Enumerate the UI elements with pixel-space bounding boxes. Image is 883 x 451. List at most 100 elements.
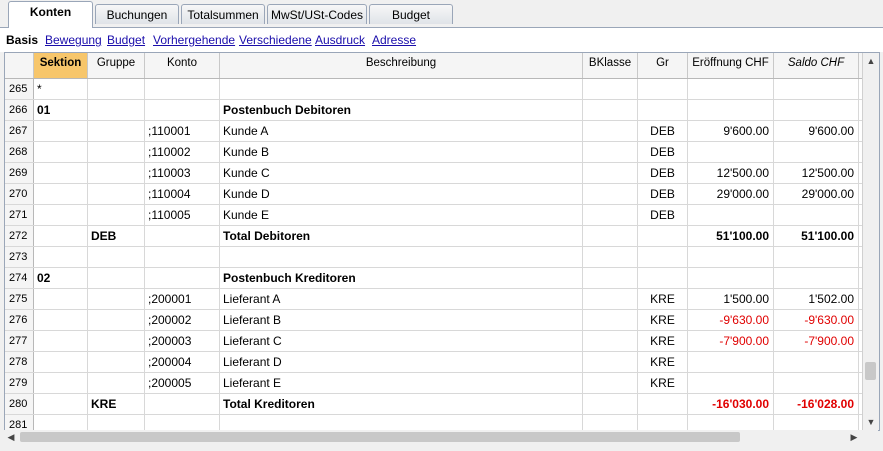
table-row[interactable]: 273	[5, 247, 865, 268]
cell-sektion[interactable]	[34, 331, 88, 351]
cell-sektion[interactable]: 01	[34, 100, 88, 120]
cell-bklasse[interactable]	[583, 142, 638, 162]
cell-saldo[interactable]	[774, 352, 859, 372]
cell-eroeffnung[interactable]	[688, 247, 774, 267]
cell-gruppe[interactable]	[88, 352, 145, 372]
cell-gruppe[interactable]	[88, 373, 145, 393]
cell-sektion[interactable]: *	[34, 79, 88, 99]
cell-gruppe[interactable]	[88, 205, 145, 225]
cell-konto[interactable]: ;200003	[145, 331, 220, 351]
view-ausdruck[interactable]: Ausdruck	[315, 33, 365, 47]
view-bewegung[interactable]: Bewegung	[45, 33, 102, 47]
cell-eroeffnung[interactable]	[688, 205, 774, 225]
cell-gr[interactable]	[638, 79, 688, 99]
cell-eroeffnung[interactable]	[688, 79, 774, 99]
cell-sektion[interactable]	[34, 310, 88, 330]
cell-gr[interactable]: DEB	[638, 184, 688, 204]
cell-gr[interactable]: KRE	[638, 310, 688, 330]
cell-beschreibung[interactable]: Lieferant A	[220, 289, 583, 309]
table-row[interactable]: 275 ;200001 Lieferant A KRE 1'500.00 1'502.00	[5, 289, 865, 310]
tab-mwst-codes[interactable]: MwSt/USt-Codes	[267, 4, 367, 24]
cell-saldo[interactable]: 12'500.00	[774, 163, 859, 183]
cell-gruppe[interactable]	[88, 184, 145, 204]
cell-beschreibung[interactable]: Kunde A	[220, 121, 583, 141]
cell-bklasse[interactable]	[583, 352, 638, 372]
cell-bklasse[interactable]	[583, 415, 638, 430]
cell-eroeffnung[interactable]	[688, 415, 774, 430]
table-row[interactable]: 274 02 Postenbuch Kreditoren	[5, 268, 865, 289]
cell-konto[interactable]	[145, 79, 220, 99]
cell-saldo[interactable]	[774, 373, 859, 393]
cell-gr[interactable]: KRE	[638, 373, 688, 393]
cell-gr[interactable]: KRE	[638, 352, 688, 372]
vertical-scrollbar[interactable]: ▲ ▼	[862, 53, 879, 430]
cell-sektion[interactable]	[34, 373, 88, 393]
table-row[interactable]: 276 ;200002 Lieferant B KRE -9'630.00 -9'630.…	[5, 310, 865, 331]
cell-gruppe[interactable]	[88, 289, 145, 309]
column-header-saldo[interactable]: Saldo CHF	[774, 53, 859, 78]
tab-buchungen[interactable]: Buchungen	[95, 4, 179, 24]
cell-gr[interactable]: DEB	[638, 205, 688, 225]
cell-bklasse[interactable]	[583, 100, 638, 120]
cell-beschreibung[interactable]: Lieferant B	[220, 310, 583, 330]
cell-bklasse[interactable]	[583, 394, 638, 414]
cell-gruppe[interactable]: KRE	[88, 394, 145, 414]
cell-beschreibung[interactable]: Postenbuch Kreditoren	[220, 268, 583, 288]
cell-eroeffnung[interactable]: -9'630.00	[688, 310, 774, 330]
cell-konto[interactable]: ;110005	[145, 205, 220, 225]
cell-saldo[interactable]: 1'502.00	[774, 289, 859, 309]
column-header-bklasse[interactable]: BKlasse	[583, 53, 638, 78]
chevron-left-icon[interactable]: ◀	[4, 430, 18, 444]
cell-bklasse[interactable]	[583, 268, 638, 288]
tab-budget[interactable]: Budget	[369, 4, 453, 24]
cell-saldo[interactable]	[774, 247, 859, 267]
table-row[interactable]: 271 ;110005 Kunde E DEB	[5, 205, 865, 226]
cell-sektion[interactable]: 02	[34, 268, 88, 288]
cell-konto[interactable]: ;110001	[145, 121, 220, 141]
table-row[interactable]: 267 ;110001 Kunde A DEB 9'600.00 9'600.00	[5, 121, 865, 142]
horizontal-scroll-thumb[interactable]	[20, 432, 740, 442]
cell-konto[interactable]: ;200002	[145, 310, 220, 330]
cell-eroeffnung[interactable]	[688, 373, 774, 393]
cell-eroeffnung[interactable]: -16'030.00	[688, 394, 774, 414]
cell-sektion[interactable]	[34, 289, 88, 309]
cell-gr[interactable]	[638, 268, 688, 288]
cell-gr[interactable]	[638, 100, 688, 120]
cell-eroeffnung[interactable]	[688, 268, 774, 288]
cell-beschreibung[interactable]: Lieferant D	[220, 352, 583, 372]
cell-saldo[interactable]	[774, 415, 859, 430]
cell-eroeffnung[interactable]: 9'600.00	[688, 121, 774, 141]
cell-gr[interactable]: DEB	[638, 163, 688, 183]
cell-saldo[interactable]	[774, 268, 859, 288]
cell-saldo[interactable]	[774, 142, 859, 162]
cell-bklasse[interactable]	[583, 79, 638, 99]
cell-eroeffnung[interactable]: 12'500.00	[688, 163, 774, 183]
cell-sektion[interactable]	[34, 163, 88, 183]
table-row[interactable]: 268 ;110002 Kunde B DEB	[5, 142, 865, 163]
cell-saldo[interactable]	[774, 100, 859, 120]
cell-beschreibung[interactable]: Postenbuch Debitoren	[220, 100, 583, 120]
cell-saldo[interactable]	[774, 205, 859, 225]
cell-bklasse[interactable]	[583, 226, 638, 246]
table-row[interactable]: 270 ;110004 Kunde D DEB 29'000.00 29'000.00	[5, 184, 865, 205]
accounts-table[interactable]: Sektion Gruppe Konto Beschreibung BKlass…	[4, 52, 880, 431]
chevron-up-icon[interactable]: ▲	[863, 53, 879, 69]
cell-saldo[interactable]: 9'600.00	[774, 121, 859, 141]
view-basis[interactable]: Basis	[6, 33, 38, 47]
cell-gr[interactable]	[638, 415, 688, 430]
cell-gr[interactable]	[638, 226, 688, 246]
cell-eroeffnung[interactable]	[688, 100, 774, 120]
cell-sektion[interactable]	[34, 415, 88, 430]
table-row[interactable]: 278 ;200004 Lieferant D KRE	[5, 352, 865, 373]
cell-gruppe[interactable]	[88, 163, 145, 183]
cell-konto[interactable]	[145, 247, 220, 267]
view-verschiedene[interactable]: Verschiedene	[239, 33, 312, 47]
cell-konto[interactable]: ;110003	[145, 163, 220, 183]
cell-gruppe[interactable]	[88, 310, 145, 330]
cell-eroeffnung[interactable]: 51'100.00	[688, 226, 774, 246]
cell-sektion[interactable]	[34, 121, 88, 141]
view-vorhergehende[interactable]: Vorhergehende	[153, 33, 235, 47]
cell-gr[interactable]	[638, 247, 688, 267]
cell-konto[interactable]: ;200001	[145, 289, 220, 309]
cell-gr[interactable]: KRE	[638, 289, 688, 309]
